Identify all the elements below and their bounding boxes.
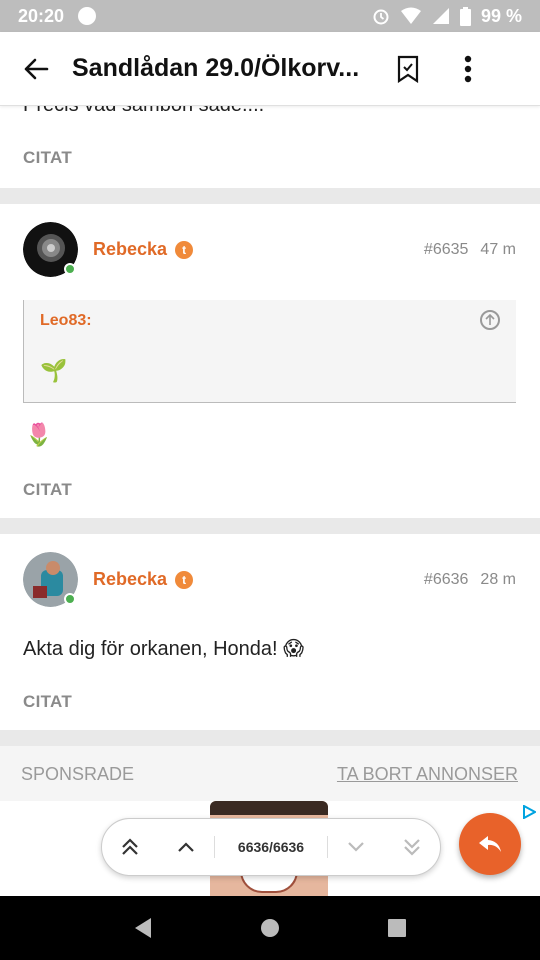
quote-button[interactable]: CITAT bbox=[23, 692, 72, 712]
user-badge-icon: t bbox=[175, 240, 194, 259]
chevron-down-icon bbox=[348, 842, 364, 852]
wifi-icon bbox=[400, 7, 421, 24]
battery-icon bbox=[459, 6, 471, 26]
home-circle-icon[interactable] bbox=[260, 918, 280, 938]
author-name[interactable]: Rebecka t bbox=[93, 239, 194, 260]
post-text: Precis vad sambon sade.... bbox=[23, 106, 264, 117]
chevron-up-icon bbox=[178, 842, 194, 852]
call-icon bbox=[78, 7, 97, 25]
avatar[interactable] bbox=[23, 222, 78, 277]
thread-title: Sandlådan 29.0/Ölkorv... bbox=[72, 54, 360, 82]
status-icons: 99 % bbox=[372, 6, 522, 27]
post-meta: #6635 47 m bbox=[424, 241, 516, 259]
reply-icon bbox=[479, 836, 501, 852]
recents-square-icon[interactable] bbox=[387, 918, 407, 938]
post-card: Precis vad sambon sade.... CITAT bbox=[0, 106, 540, 188]
double-chevron-up-icon bbox=[122, 838, 138, 855]
online-indicator bbox=[64, 263, 76, 275]
last-page-button[interactable] bbox=[384, 818, 440, 876]
post-number[interactable]: #6635 bbox=[424, 241, 469, 259]
first-page-button[interactable] bbox=[102, 818, 158, 876]
post-navigation: 6636/6636 bbox=[101, 818, 441, 876]
arrow-left-icon bbox=[24, 58, 49, 79]
arrow-up-circle-icon[interactable] bbox=[480, 310, 500, 330]
status-time: 20:20 bbox=[18, 5, 65, 26]
back-triangle-icon[interactable] bbox=[133, 917, 153, 939]
post-text: Akta dig för orkanen, Honda! 😱 bbox=[23, 638, 305, 660]
bookmark-icon bbox=[397, 55, 419, 83]
author-name[interactable]: Rebecka t bbox=[93, 569, 194, 590]
post-number[interactable]: #6636 bbox=[424, 571, 469, 589]
post-meta: #6636 28 m bbox=[424, 571, 516, 589]
post-age: 47 m bbox=[480, 241, 516, 258]
alarm-icon bbox=[373, 9, 389, 25]
app-bar: Sandlådan 29.0/Ölkorv... bbox=[0, 32, 540, 106]
reply-button[interactable] bbox=[459, 813, 521, 875]
quote-block[interactable]: Leo83: 🌱 bbox=[23, 300, 516, 403]
remove-ads-link[interactable]: TA BORT ANNONSER bbox=[337, 764, 518, 785]
double-chevron-down-icon bbox=[404, 839, 420, 856]
post-age: 28 m bbox=[480, 571, 516, 588]
user-badge-icon: t bbox=[175, 570, 194, 589]
bookmark-button[interactable] bbox=[378, 32, 438, 106]
next-button[interactable] bbox=[328, 818, 384, 876]
previous-button[interactable] bbox=[158, 818, 214, 876]
more-options-button[interactable] bbox=[438, 32, 498, 106]
signal-icon bbox=[432, 8, 449, 24]
post-card: Rebecka t #6636 28 m Akta dig för orkane… bbox=[0, 534, 540, 730]
quote-button[interactable]: CITAT bbox=[23, 480, 72, 500]
post-card: Rebecka t #6635 47 m Leo83: 🌱 🌷 CITAT bbox=[0, 204, 540, 518]
author-label: Rebecka bbox=[93, 239, 168, 259]
thread-content: Precis vad sambon sade.... CITAT Rebecka… bbox=[0, 106, 540, 896]
battery-percent: 99 % bbox=[480, 5, 522, 26]
quote-button[interactable]: CITAT bbox=[23, 148, 72, 168]
quote-author: Leo83: bbox=[40, 312, 92, 329]
online-indicator bbox=[64, 593, 76, 605]
avatar[interactable] bbox=[23, 552, 78, 607]
post-counter[interactable]: 6636/6636 bbox=[215, 839, 327, 855]
more-vert-icon bbox=[464, 55, 472, 82]
adchoices-icon[interactable] bbox=[522, 805, 536, 819]
system-navigation-bar bbox=[0, 896, 540, 960]
sponsored-label: SPONSRADE bbox=[21, 764, 135, 784]
status-bar: 20:20 99 % bbox=[0, 0, 540, 32]
back-button[interactable] bbox=[0, 32, 72, 106]
post-text: 🌷 bbox=[25, 422, 53, 447]
ad-image-hair bbox=[210, 801, 328, 815]
quote-content: 🌱 bbox=[40, 358, 68, 383]
author-label: Rebecka bbox=[93, 569, 168, 589]
